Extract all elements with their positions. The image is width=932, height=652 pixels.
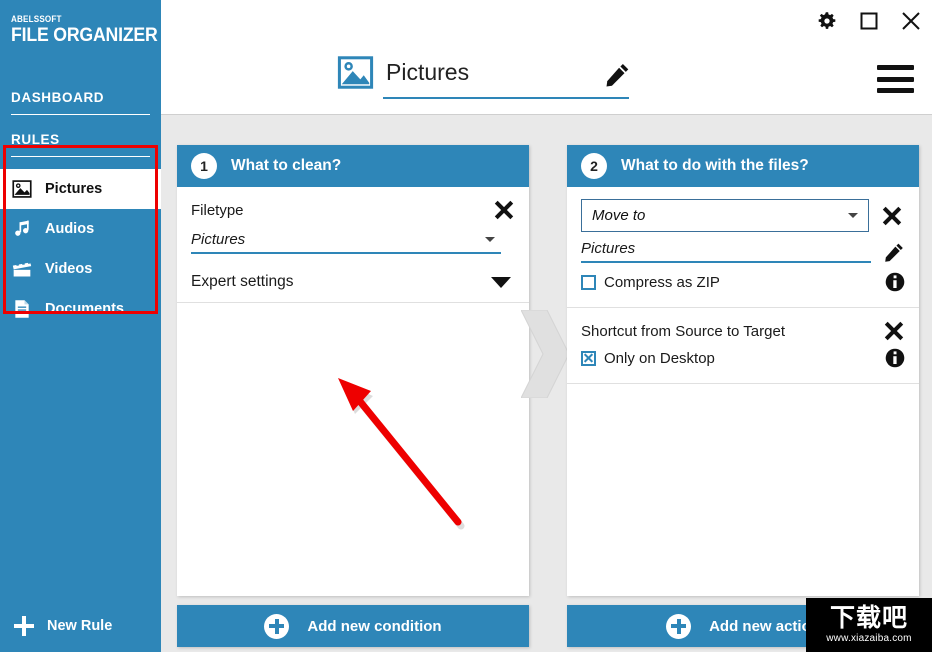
sidebar-item-videos[interactable]: Videos [0, 249, 161, 289]
step-badge: 1 [191, 153, 217, 179]
window-controls [816, 10, 922, 32]
action-type-value: Move to [592, 207, 646, 224]
top-bar: Pictures [161, 0, 932, 115]
condition-panel-body: Filetype Pictures Expert settings [177, 187, 529, 303]
add-new-condition-button[interactable]: Add new condition [177, 605, 529, 647]
chevron-down-icon [848, 213, 858, 218]
condition-panel-header: 1 What to clean? [177, 145, 529, 187]
pencil-icon[interactable] [605, 62, 631, 88]
document-icon [15, 300, 29, 318]
gear-icon[interactable] [816, 10, 838, 32]
only-desktop-row: Only on Desktop [567, 342, 919, 379]
compress-zip-label: Compress as ZIP [604, 273, 720, 291]
picture-icon [12, 180, 32, 198]
sidebar-item-label: Documents [45, 301, 124, 317]
maximize-icon[interactable] [858, 10, 880, 32]
only-desktop-label: Only on Desktop [604, 349, 715, 367]
watermark: 下载吧 www.xiazaiba.com [806, 598, 932, 652]
filetype-select[interactable]: Pictures [191, 231, 501, 254]
action-panel-header: 2 What to do with the files? [567, 145, 919, 187]
condition-panel: 1 What to clean? Filetype Pictures Exper… [177, 145, 529, 596]
page-title: Pictures [386, 59, 470, 85]
action-panel: 2 What to do with the files? Move to Pic… [567, 145, 919, 596]
sidebar: ABELSSOFT FILE ORGANIZER DASHBOARD RULES… [0, 0, 161, 652]
new-rule-label: New Rule [47, 618, 113, 634]
main-area: Pictures 1 What to clean? Filetype Pictu… [161, 0, 932, 652]
plus-icon [666, 613, 692, 639]
app-logo: ABELSSOFT FILE ORGANIZER [0, 0, 161, 47]
only-desktop-checkbox[interactable] [581, 350, 596, 366]
remove-condition-icon[interactable] [493, 199, 515, 221]
chevron-down-icon [491, 276, 511, 288]
watermark-url: www.xiazaiba.com [826, 633, 912, 644]
remove-action-icon[interactable] [883, 320, 905, 342]
sidebar-section-rules[interactable]: RULES [11, 115, 150, 157]
condition-panel-divider [177, 302, 529, 303]
flow-arrow-icon [521, 310, 569, 398]
application-window: ABELSSOFT FILE ORGANIZER DASHBOARD RULES… [0, 0, 932, 652]
add-new-condition-label: Add new condition [307, 617, 442, 635]
picture-icon [337, 56, 374, 89]
add-new-action-label: Add new action [709, 617, 820, 635]
workspace: 1 What to clean? Filetype Pictures Exper… [161, 115, 932, 652]
brand-vendor: ABELSSOFT [11, 14, 62, 24]
shortcut-action-row: Shortcut from Source to Target [567, 308, 919, 342]
action-type-row: Move to [567, 187, 919, 232]
action-panel-title: What to do with the files? [621, 157, 809, 174]
step-badge: 2 [581, 153, 607, 179]
hamburger-menu-icon[interactable] [877, 65, 914, 93]
expert-settings-toggle[interactable]: Expert settings [177, 264, 529, 302]
sidebar-item-pictures[interactable]: Pictures [0, 169, 161, 209]
filetype-select-value: Pictures [191, 231, 246, 248]
new-rule-button[interactable]: New Rule [0, 600, 161, 652]
condition-filetype-block: Filetype Pictures [177, 187, 529, 264]
target-path-value[interactable]: Pictures [581, 240, 871, 263]
info-icon[interactable] [885, 272, 905, 292]
sidebar-item-audios[interactable]: Audios [0, 209, 161, 249]
plus-icon [14, 616, 34, 636]
sidebar-rule-list: Pictures Audios Videos Documents [0, 169, 161, 329]
info-icon[interactable] [885, 348, 905, 368]
chevron-down-icon [485, 237, 495, 242]
close-icon[interactable] [900, 10, 922, 32]
expert-settings-label: Expert settings [191, 273, 294, 290]
sidebar-item-documents[interactable]: Documents [0, 289, 161, 329]
sidebar-section-dashboard[interactable]: DASHBOARD [11, 73, 150, 115]
action-divider-bottom [567, 383, 919, 384]
brand-product: FILE ORGANIZER [11, 25, 158, 46]
plus-icon [264, 613, 290, 639]
action-panel-body: Move to Pictures Compress as ZIP Shortcu… [567, 187, 919, 384]
page-header: Pictures [337, 56, 632, 89]
watermark-text: 下载吧 [829, 604, 908, 632]
remove-action-icon[interactable] [881, 205, 903, 227]
sidebar-item-label: Videos [45, 261, 93, 277]
condition-label: Filetype [191, 201, 244, 219]
music-note-icon [15, 220, 29, 236]
shortcut-action-label: Shortcut from Source to Target [581, 322, 785, 340]
film-clapper-icon [12, 260, 32, 277]
compress-zip-row: Compress as ZIP [567, 263, 919, 303]
sidebar-item-label: Pictures [45, 181, 103, 197]
condition-panel-title: What to clean? [231, 157, 342, 174]
action-type-select[interactable]: Move to [581, 199, 869, 232]
condition-filetype-row: Filetype [191, 199, 515, 221]
pencil-icon[interactable] [884, 242, 905, 263]
sidebar-item-label: Audios [45, 221, 95, 237]
target-path-row: Pictures [567, 232, 919, 263]
compress-zip-checkbox[interactable] [581, 274, 596, 290]
page-title-underline [383, 97, 629, 99]
